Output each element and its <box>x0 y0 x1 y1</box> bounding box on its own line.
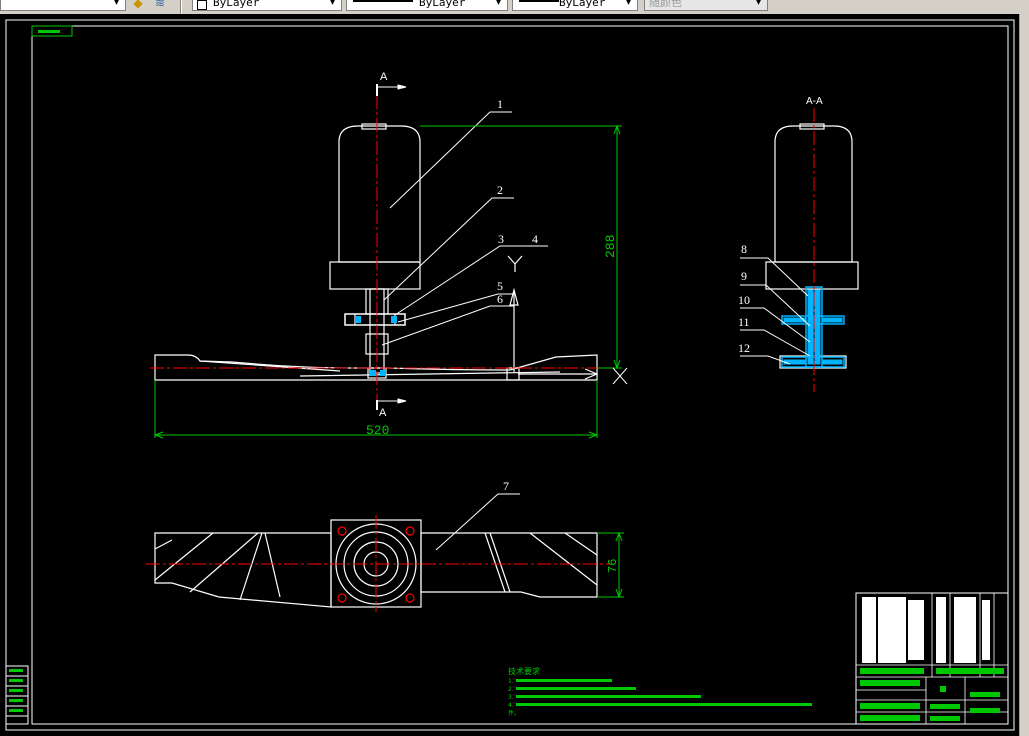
note-line-2: 2. <box>508 686 514 693</box>
layer-stack-icon[interactable]: ≋ <box>152 0 168 10</box>
linetype-preview <box>353 0 413 2</box>
color-value: ByLayer <box>213 0 260 9</box>
part-number-8: 8 <box>741 242 747 256</box>
section-view-label: A-A <box>806 96 823 107</box>
part-number-6: 6 <box>497 292 503 306</box>
linetype-dropdown[interactable]: ByLayer ▾ <box>346 0 508 11</box>
properties-toolbar: ▾ ◆ ≋ ByLayer ▾ ByLayer ▾ ByLayer ▾ 随颜色 … <box>0 0 1029 15</box>
note-line-4: 4. <box>508 702 514 709</box>
notes-title: 技术要求 <box>508 666 540 676</box>
toolbar-separator <box>180 0 182 14</box>
section-label-bottom: A <box>379 407 387 419</box>
part-number-5: 5 <box>497 279 503 293</box>
color-swatch-icon <box>197 0 207 10</box>
drawing-canvas[interactable]: A A 1 2 3 4 5 6 288 520 A-A 8 9 10 11 12… <box>0 14 1019 736</box>
part-number-2: 2 <box>497 183 503 197</box>
lineweight-value: ByLayer <box>559 0 606 9</box>
chevron-down-icon[interactable]: ▾ <box>622 0 635 10</box>
section-label-top: A <box>380 71 388 83</box>
part-number-3: 3 <box>498 232 504 246</box>
part-number-7: 7 <box>503 479 509 493</box>
chevron-down-icon[interactable]: ▾ <box>326 0 339 10</box>
note-line-5: 件。 <box>508 709 520 717</box>
layer-dropdown[interactable]: ▾ <box>0 0 126 11</box>
part-number-10: 10 <box>738 293 750 307</box>
chevron-down-icon[interactable]: ▾ <box>752 0 765 10</box>
lineweight-preview <box>519 0 559 2</box>
vertical-scrollbar[interactable] <box>1019 14 1029 736</box>
chevron-down-icon[interactable]: ▾ <box>110 0 123 10</box>
plotstyle-value: 随颜色 <box>649 0 682 9</box>
part-number-4: 4 <box>532 232 538 246</box>
note-line-1: 1. <box>508 678 514 685</box>
part-number-12: 12 <box>738 341 750 355</box>
dimension-288: 288 <box>603 235 618 258</box>
dimension-76: 76 <box>606 559 620 573</box>
part-number-11: 11 <box>738 315 750 329</box>
chevron-down-icon[interactable]: ▾ <box>492 0 505 10</box>
lineweight-dropdown[interactable]: ByLayer ▾ <box>512 0 638 11</box>
dimension-520: 520 <box>366 423 389 438</box>
part-number-9: 9 <box>741 269 747 283</box>
layer-state-icon[interactable]: ◆ <box>130 0 146 10</box>
note-line-3: 3. <box>508 694 514 701</box>
linetype-value: ByLayer <box>419 0 466 9</box>
part-number-1: 1 <box>497 97 503 111</box>
color-dropdown[interactable]: ByLayer ▾ <box>192 0 342 11</box>
plotstyle-dropdown[interactable]: 随颜色 ▾ <box>644 0 768 11</box>
